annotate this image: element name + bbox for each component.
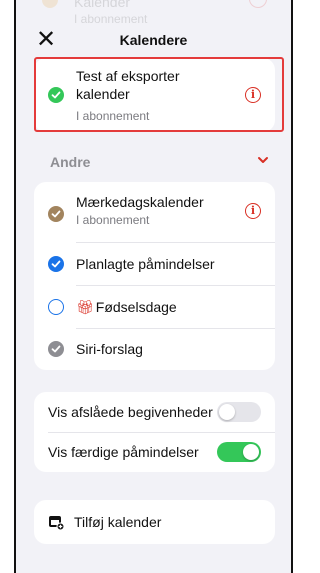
check-icon[interactable] <box>48 341 64 357</box>
calendar-row-maerkedage[interactable]: Mærkedagskalender I abonnement i <box>34 182 275 242</box>
section-title: Andre <box>50 154 91 170</box>
add-calendar-icon <box>49 516 64 530</box>
calendar-row-planlagte[interactable]: Planlagte påmindelser <box>34 243 275 285</box>
add-calendar-button[interactable]: Tilføj kalender <box>34 500 275 544</box>
calendar-label: Mærkedagskalender <box>76 194 204 210</box>
ghost-check-icon <box>42 0 58 8</box>
calendar-label: Siri-forslag <box>76 341 143 357</box>
header: ✕ Kalendere <box>16 26 291 56</box>
ghost-sub: I abonnement <box>74 12 148 26</box>
other-calendars-card: Mærkedagskalender I abonnement i Planlag… <box>34 182 275 370</box>
calendar-sheet: Kalender I abonnement ✕ Kalendere Test a… <box>14 0 293 573</box>
check-icon[interactable] <box>48 256 64 272</box>
calendar-label-wrap: 🎁︎ Fødselsdage <box>76 299 177 316</box>
add-calendar-label: Tilføj kalender <box>74 514 162 530</box>
setting-row-completed: Vis færdige påmindelser <box>34 433 275 472</box>
ghost-label: Kalender <box>74 0 131 10</box>
unchecked-circle-icon[interactable] <box>48 299 64 315</box>
chevron-down-icon[interactable] <box>255 152 271 168</box>
completed-toggle[interactable] <box>217 442 261 462</box>
calendar-label: Planlagte påmindelser <box>76 256 215 272</box>
gift-icon: 🎁︎ <box>76 299 94 315</box>
toggle-knob <box>219 404 235 420</box>
settings-card: Vis afslåede begivenheder Vis færdige på… <box>34 392 275 472</box>
calendar-row-foedselsdage[interactable]: 🎁︎ Fødselsdage <box>34 286 275 328</box>
info-icon[interactable]: i <box>245 203 261 219</box>
toggle-knob <box>243 444 259 460</box>
setting-label: Vis afslåede begivenheder <box>48 404 213 420</box>
setting-label: Vis færdige påmindelser <box>48 444 199 460</box>
check-icon[interactable] <box>48 206 64 222</box>
ghost-info-icon <box>249 0 267 8</box>
highlight-outline <box>34 57 284 132</box>
declined-toggle[interactable] <box>217 402 261 422</box>
calendar-status: I abonnement <box>76 213 150 227</box>
page-title: Kalendere <box>119 32 188 48</box>
calendar-label: Fødselsdage <box>95 299 177 315</box>
calendar-row-siri[interactable]: Siri-forslag <box>34 329 275 370</box>
setting-row-declined: Vis afslåede begivenheder <box>34 392 275 432</box>
ghost-calendar-row: Kalender I abonnement <box>32 0 275 26</box>
